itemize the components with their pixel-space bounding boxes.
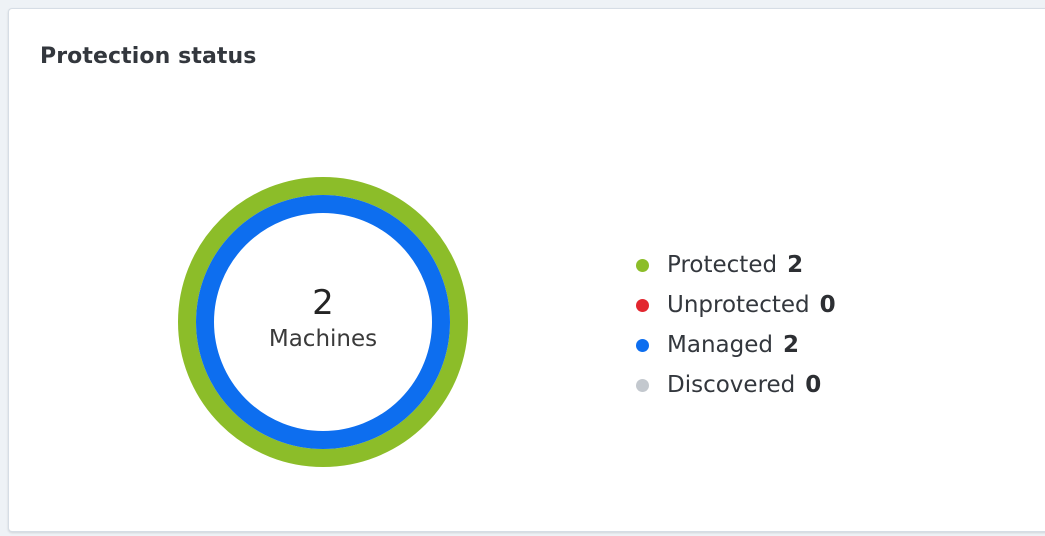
legend-label: Protected xyxy=(667,252,778,278)
legend-item-unprotected[interactable]: Unprotected 0 xyxy=(636,285,836,325)
protection-donut-chart[interactable]: 2 Machines xyxy=(177,176,469,468)
legend-item-managed[interactable]: Managed 2 xyxy=(636,325,836,365)
widget-title: Protection status xyxy=(40,44,257,69)
legend-item-protected[interactable]: Protected 2 xyxy=(636,245,836,285)
legend-label: Managed xyxy=(667,332,773,358)
legend-label: Unprotected xyxy=(667,292,810,318)
protected-dot-icon xyxy=(636,258,649,272)
legend-count: 2 xyxy=(787,252,804,278)
legend-count: 0 xyxy=(805,372,822,398)
protection-status-widget: Protection status 2 Machines Protected 2… xyxy=(8,8,1045,532)
dashboard-page: Protection status 2 Machines Protected 2… xyxy=(0,0,1045,536)
machines-count: 2 xyxy=(312,283,334,323)
unprotected-dot-icon xyxy=(636,298,649,312)
chart-legend: Protected 2 Unprotected 0 Managed 2 Disc… xyxy=(636,245,836,405)
donut-center: 2 Machines xyxy=(177,176,469,468)
legend-label: Discovered xyxy=(667,372,796,398)
discovered-dot-icon xyxy=(636,378,649,392)
legend-count: 2 xyxy=(782,332,799,358)
legend-count: 0 xyxy=(819,292,836,318)
machines-label: Machines xyxy=(268,326,378,352)
legend-item-discovered[interactable]: Discovered 0 xyxy=(636,365,836,405)
managed-dot-icon xyxy=(636,338,649,352)
